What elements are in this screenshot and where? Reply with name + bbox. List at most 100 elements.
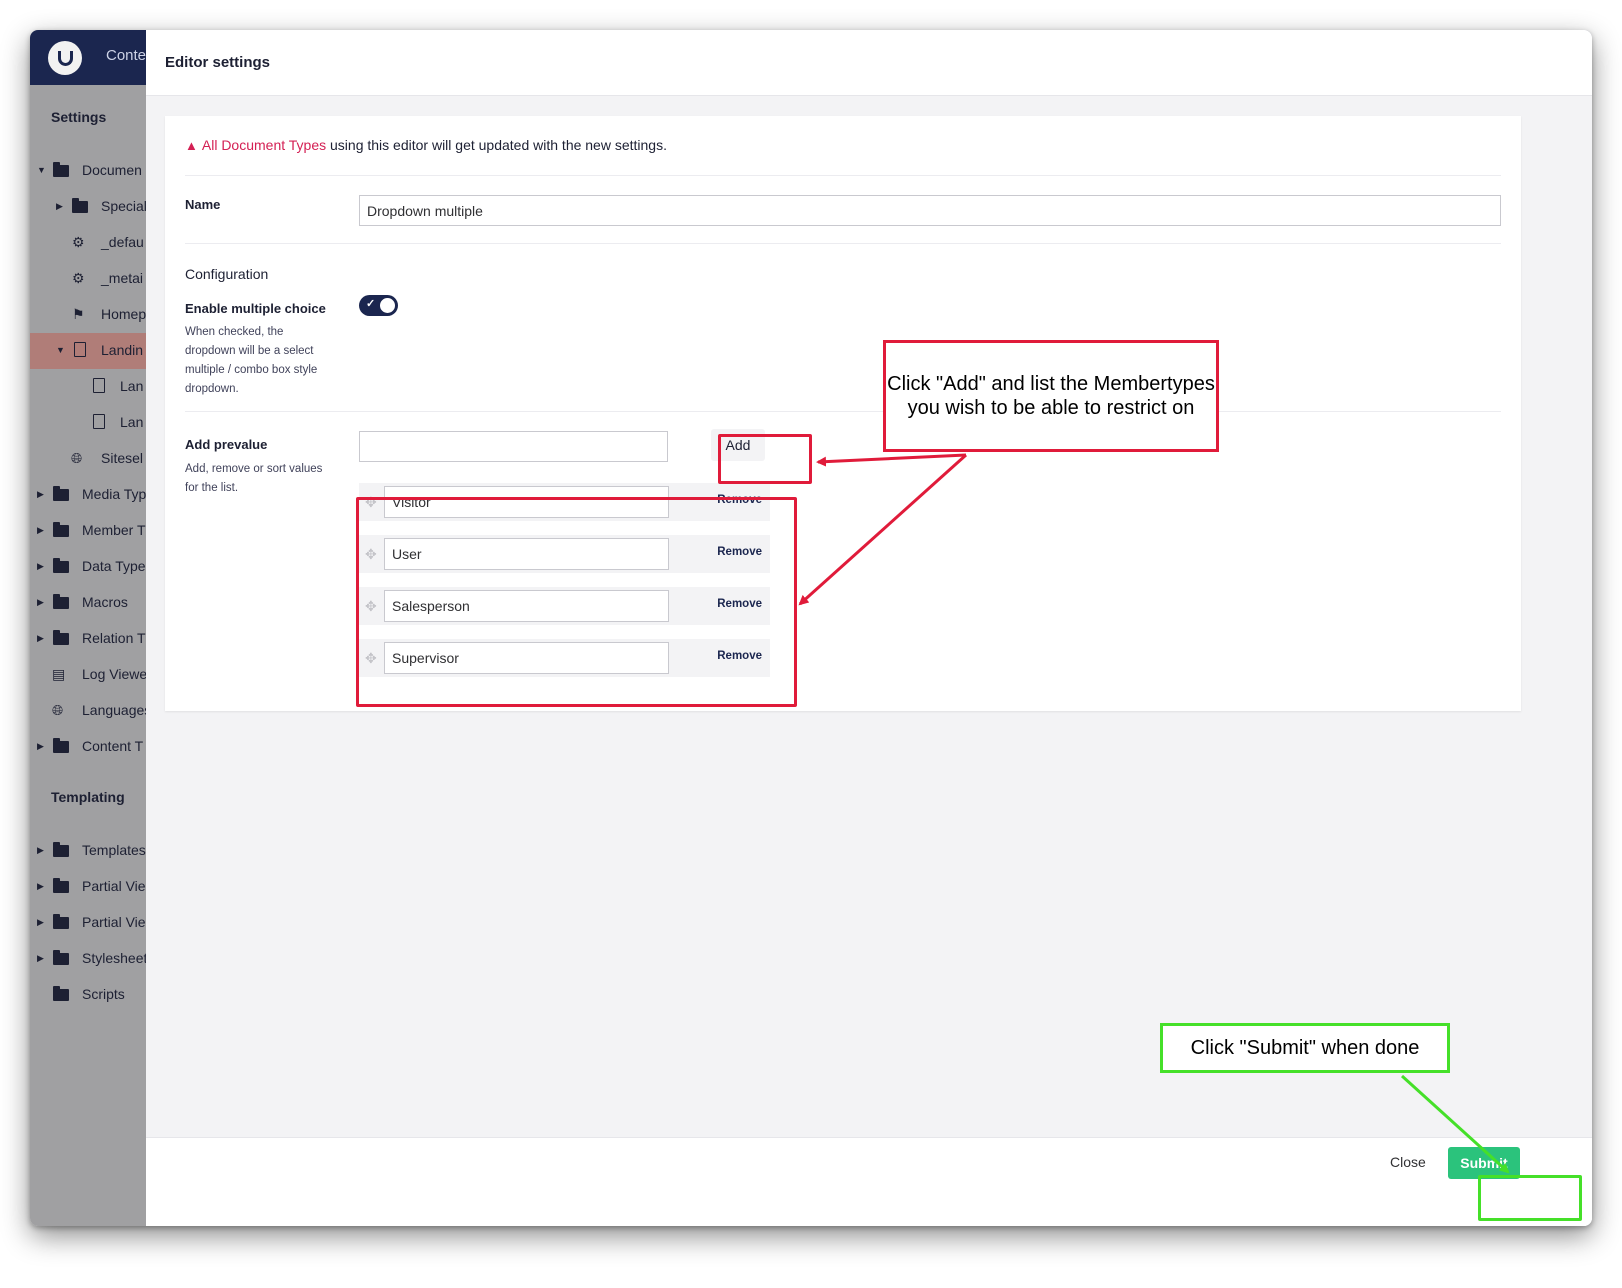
tree-item[interactable]: ▤ Log Viewe (30, 657, 148, 693)
caret-right-icon[interactable]: ▶ (37, 741, 44, 752)
tree-item[interactable]: ▶ Partial Vie (30, 869, 146, 905)
folder-icon (72, 198, 88, 213)
tree-item[interactable]: 🌐︎ Sitesel (30, 441, 146, 477)
tree-item-active[interactable]: ▼ Landin (30, 333, 146, 369)
name-input[interactable] (359, 195, 1501, 226)
tree-item-label: _metai (101, 270, 144, 286)
tree-item-label: Log Viewe (82, 666, 148, 682)
update-notice: ▲ All Document Types using this editor wi… (185, 137, 667, 153)
tree-item-label: Partial Vie (82, 914, 146, 930)
tree-item[interactable]: Lan (30, 405, 146, 441)
tree-item[interactable]: ▶ Data Type (30, 549, 146, 585)
caret-right-icon[interactable]: ▶ (37, 633, 44, 644)
folder-icon (53, 630, 69, 645)
tree-item[interactable]: ▶ Macros (30, 585, 146, 621)
tree-item[interactable]: Lan (30, 369, 146, 405)
archive-icon: ▤ (52, 666, 66, 682)
flag-icon: ⚑ (72, 306, 85, 322)
tree-item[interactable]: ▶ Member T (30, 513, 146, 549)
dialog-footer: Close Submit (146, 1137, 1592, 1226)
tree-item-label: Stylesheet (82, 950, 148, 966)
caret-right-icon[interactable]: ▶ (37, 881, 44, 892)
caret-right-icon[interactable]: ▶ (37, 917, 44, 928)
folder-icon (53, 594, 69, 609)
tree-item[interactable]: ▶ Special (30, 189, 147, 225)
multiple-choice-toggle[interactable]: ✓ (359, 295, 398, 316)
close-button[interactable]: Close (1390, 1154, 1426, 1170)
tree-item-label: Lan (120, 378, 144, 394)
tree-item-label: Macros (82, 594, 128, 610)
tree-item-label: Media Typ (82, 486, 147, 502)
globe-icon: 🌐︎ (71, 450, 83, 466)
tree-item-label: Member T (82, 522, 146, 538)
document-icon (74, 342, 86, 357)
tree-item-label: Languages (82, 702, 152, 718)
tree-item-label: Documen (82, 162, 142, 178)
caret-right-icon[interactable]: ▶ (37, 489, 44, 500)
caret-right-icon[interactable]: ▶ (56, 201, 63, 212)
tree-item[interactable]: 🌐︎ Languages (30, 693, 151, 729)
divider (185, 411, 1501, 412)
dialog-header: Editor settings (146, 30, 1592, 96)
sidebar-heading-settings: Settings (51, 109, 107, 125)
umbraco-logo-icon[interactable] (48, 41, 82, 75)
caret-right-icon[interactable]: ▶ (37, 845, 44, 856)
gears-icon: ⚙ (72, 234, 85, 250)
divider (185, 243, 1501, 244)
folder-icon (53, 486, 69, 501)
multiple-choice-label: Enable multiple choice (185, 301, 326, 316)
submit-highlight-box (1478, 1175, 1582, 1221)
multiple-choice-description: When checked, the dropdown will be a sel… (185, 326, 318, 395)
warning-icon: ▲ (185, 138, 198, 153)
configuration-title: Configuration (185, 266, 269, 282)
sidebar-tree: Settings ▼ Documen ▶ Special ⚙ _defau ⚙ … (30, 85, 151, 1226)
caret-right-icon[interactable]: ▶ (37, 597, 44, 608)
notice-text: using this editor will get updated with … (326, 137, 667, 153)
folder-icon (53, 914, 69, 929)
folder-icon (53, 878, 69, 893)
document-icon (93, 414, 105, 429)
tree-item[interactable]: ▶ Relation T (30, 621, 146, 657)
folder-icon (53, 738, 69, 753)
tree-item-label: Partial Vie (82, 878, 146, 894)
dialog-title: Editor settings (165, 54, 271, 71)
tree-item-label: Lan (120, 414, 144, 430)
tree-item-label: Relation T (82, 630, 146, 646)
tree-item[interactable]: ⚙ _defau (30, 225, 146, 261)
checkmark-icon: ✓ (366, 298, 376, 310)
tree-item[interactable]: Scripts (30, 977, 146, 1013)
divider (185, 175, 1501, 176)
gears-icon: ⚙ (72, 270, 85, 286)
folder-icon (53, 986, 69, 1001)
tree-item[interactable]: ⚙ _metai (30, 261, 146, 297)
new-prevalue-input[interactable] (359, 431, 668, 462)
tree-item[interactable]: ▼ Documen (30, 153, 146, 189)
tree-item-label: Templates (82, 842, 146, 858)
tree-item-label: Landin (101, 342, 144, 358)
caret-right-icon[interactable]: ▶ (37, 953, 44, 964)
document-icon (93, 378, 105, 393)
tree-item[interactable]: ▶ Stylesheet (30, 941, 148, 977)
folder-icon (53, 558, 69, 573)
tree-item[interactable]: ▶ Partial Vie (30, 905, 146, 941)
tree-item-label: Sitesel (101, 450, 144, 466)
globe-icon: 🌐︎ (52, 702, 64, 718)
caret-down-icon[interactable]: ▼ (37, 165, 46, 175)
folder-icon (53, 522, 69, 537)
add-instruction-callout: Click "Add" and list the Membertypes you… (883, 340, 1219, 452)
toggle-knob (380, 298, 395, 313)
tree-item-label: Special (101, 198, 147, 214)
caret-right-icon[interactable]: ▶ (37, 525, 44, 536)
tree-item[interactable]: ▶ Media Typ (30, 477, 146, 513)
tree-item-label: Scripts (82, 986, 125, 1002)
tree-item-label: Homep (101, 306, 147, 322)
tree-item-label: Content T (82, 738, 144, 754)
document-types-link[interactable]: All Document Types (202, 137, 326, 153)
name-label: Name (185, 197, 221, 212)
caret-down-icon[interactable]: ▼ (56, 345, 65, 355)
top-nav-content[interactable]: Conte (106, 47, 146, 64)
caret-right-icon[interactable]: ▶ (37, 561, 44, 572)
tree-item[interactable]: ⚑ Homep (30, 297, 146, 333)
tree-item[interactable]: ▶ Templates (30, 833, 146, 869)
tree-item[interactable]: ▶ Content T (30, 729, 146, 765)
